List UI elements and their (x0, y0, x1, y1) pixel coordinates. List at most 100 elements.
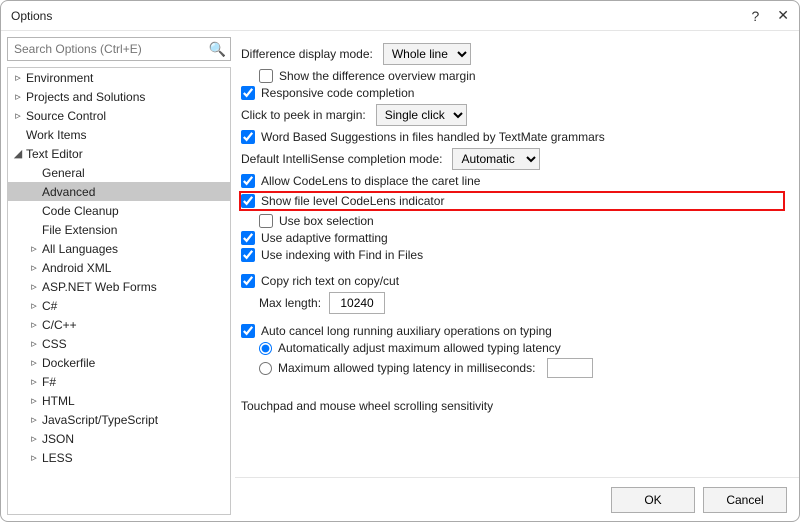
chevron-right-icon[interactable]: ▹ (28, 242, 40, 255)
tree-item[interactable]: ▹Projects and Solutions (8, 87, 230, 106)
tree-item[interactable]: ▹Android XML (8, 258, 230, 277)
tree-item[interactable]: ▹CSS (8, 334, 230, 353)
chevron-right-icon[interactable]: ▹ (28, 375, 40, 388)
tree-item-label: Environment (26, 71, 93, 85)
tree-item-label: ASP.NET Web Forms (42, 280, 157, 294)
chevron-right-icon[interactable]: ▹ (28, 432, 40, 445)
sidebar: 🔍 ▹Environment▹Projects and Solutions▹So… (1, 31, 235, 521)
chevron-right-icon[interactable]: ▹ (12, 109, 24, 122)
tree-item-label: Source Control (26, 109, 106, 123)
chevron-down-icon[interactable]: ◢ (12, 147, 24, 160)
peek-select[interactable]: Single click (376, 104, 467, 126)
tree-item[interactable]: ▹Source Control (8, 106, 230, 125)
tree-item-label: Projects and Solutions (26, 90, 145, 104)
tree-item[interactable]: ▹JavaScript/TypeScript (8, 410, 230, 429)
main-panel: Difference display mode: Whole line Show… (235, 31, 799, 521)
tree-item[interactable]: ▹JSON (8, 429, 230, 448)
copy-rich-checkbox[interactable] (241, 274, 255, 288)
adaptive-formatting-label: Use adaptive formatting (261, 231, 388, 245)
tree-item-label: JSON (42, 432, 74, 446)
auto-cancel-label: Auto cancel long running auxiliary opera… (261, 324, 552, 338)
dialog-footer: OK Cancel (235, 477, 799, 521)
auto-cancel-checkbox[interactable] (241, 324, 255, 338)
ok-button[interactable]: OK (611, 487, 695, 513)
chevron-right-icon[interactable]: ▹ (28, 413, 40, 426)
tree-item-label: All Languages (42, 242, 118, 256)
tree-item[interactable]: ▹All Languages (8, 239, 230, 258)
codelens-caret-checkbox[interactable] (241, 174, 255, 188)
diff-mode-label: Difference display mode: (241, 47, 373, 61)
tree-item-label: JavaScript/TypeScript (42, 413, 158, 427)
tree-item[interactable]: ▹Environment (8, 68, 230, 87)
tree-item[interactable]: ▹ASP.NET Web Forms (8, 277, 230, 296)
tree-item[interactable]: General (8, 163, 230, 182)
max-latency-radio[interactable] (259, 362, 272, 375)
tree-item-label: Android XML (42, 261, 111, 275)
chevron-right-icon[interactable]: ▹ (28, 451, 40, 464)
settings-content[interactable]: Difference display mode: Whole line Show… (235, 31, 799, 477)
show-diff-overview-checkbox[interactable] (259, 69, 273, 83)
tree-item[interactable]: ◢Text Editor (8, 144, 230, 163)
tree-item[interactable]: ▹LESS (8, 448, 230, 467)
tree-item[interactable]: Work Items (8, 125, 230, 144)
tree-item[interactable]: ▹C/C++ (8, 315, 230, 334)
options-dialog: Options ? ✕ 🔍 ▹Environment▹Projects and … (0, 0, 800, 522)
tree-item-label: HTML (42, 394, 75, 408)
chevron-right-icon[interactable]: ▹ (28, 261, 40, 274)
tree-item-label: C# (42, 299, 57, 313)
cancel-button[interactable]: Cancel (703, 487, 787, 513)
tree-item[interactable]: ▹Dockerfile (8, 353, 230, 372)
tree-item[interactable]: Advanced (8, 182, 230, 201)
auto-adjust-radio[interactable] (259, 342, 272, 355)
tree-item-label: File Extension (42, 223, 117, 237)
max-latency-label: Maximum allowed typing latency in millis… (278, 361, 535, 375)
max-latency-input[interactable] (547, 358, 593, 378)
chevron-right-icon[interactable]: ▹ (28, 318, 40, 331)
tree-item[interactable]: File Extension (8, 220, 230, 239)
word-suggestions-label: Word Based Suggestions in files handled … (261, 130, 605, 144)
auto-adjust-label: Automatically adjust maximum allowed typ… (278, 341, 561, 355)
show-file-codelens-label: Show file level CodeLens indicator (261, 194, 444, 208)
tree-item[interactable]: Code Cleanup (8, 201, 230, 220)
tree-item-label: C/C++ (42, 318, 77, 332)
indexing-find-checkbox[interactable] (241, 248, 255, 262)
maxlen-input[interactable] (329, 292, 385, 314)
search-input[interactable] (7, 37, 231, 61)
options-tree[interactable]: ▹Environment▹Projects and Solutions▹Sour… (8, 68, 230, 514)
tree-item-label: F# (42, 375, 56, 389)
chevron-right-icon[interactable]: ▹ (12, 90, 24, 103)
indexing-find-label: Use indexing with Find in Files (261, 248, 423, 262)
tree-item[interactable]: ▹HTML (8, 391, 230, 410)
touchpad-label: Touchpad and mouse wheel scrolling sensi… (241, 399, 493, 413)
chevron-right-icon[interactable]: ▹ (28, 337, 40, 350)
chevron-right-icon[interactable]: ▹ (12, 71, 24, 84)
tree-item-label: Code Cleanup (42, 204, 119, 218)
chevron-right-icon[interactable]: ▹ (28, 394, 40, 407)
box-selection-label: Use box selection (279, 214, 374, 228)
intellisense-label: Default IntelliSense completion mode: (241, 152, 442, 166)
tree-item-label: Dockerfile (42, 356, 95, 370)
maxlen-label: Max length: (259, 296, 321, 310)
adaptive-formatting-checkbox[interactable] (241, 231, 255, 245)
diff-mode-select[interactable]: Whole line (383, 43, 471, 65)
highlighted-option: Show file level CodeLens indicator (239, 191, 785, 211)
tree-item-label: Advanced (42, 185, 95, 199)
chevron-right-icon[interactable]: ▹ (28, 280, 40, 293)
dialog-body: 🔍 ▹Environment▹Projects and Solutions▹So… (1, 31, 799, 521)
responsive-completion-checkbox[interactable] (241, 86, 255, 100)
tree-item-label: General (42, 166, 85, 180)
box-selection-checkbox[interactable] (259, 214, 273, 228)
search-icon[interactable]: 🔍 (209, 41, 226, 58)
search-box: 🔍 (7, 37, 231, 61)
tree-item[interactable]: ▹F# (8, 372, 230, 391)
close-icon[interactable]: ✕ (777, 7, 789, 24)
tree-item[interactable]: ▹C# (8, 296, 230, 315)
chevron-right-icon[interactable]: ▹ (28, 356, 40, 369)
show-diff-overview-label: Show the difference overview margin (279, 69, 476, 83)
word-suggestions-checkbox[interactable] (241, 130, 255, 144)
help-icon[interactable]: ? (751, 8, 759, 24)
chevron-right-icon[interactable]: ▹ (28, 299, 40, 312)
window-title: Options (11, 9, 52, 23)
show-file-codelens-checkbox[interactable] (241, 194, 255, 208)
intellisense-select[interactable]: Automatic (452, 148, 540, 170)
